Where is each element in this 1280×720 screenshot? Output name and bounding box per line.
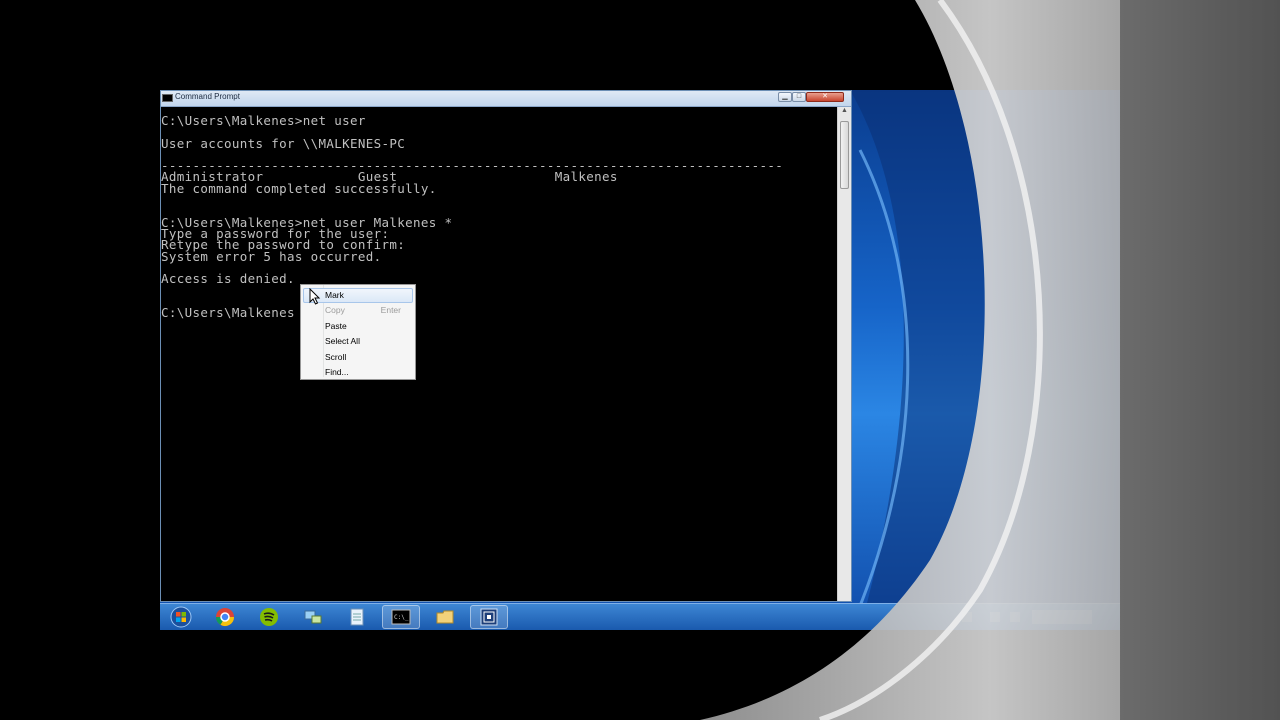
remote-desktop-icon [480, 608, 498, 626]
cmd-app-icon [162, 94, 173, 102]
menu-item-label: Paste [325, 321, 347, 331]
system-tray[interactable] [962, 608, 1102, 626]
menu-item-shortcut: Enter [380, 305, 401, 315]
console-output: C:\Users\Malkenes>net user User accounts … [161, 113, 783, 321]
console-line: User accounts for \\MALKENES-PC [161, 135, 406, 151]
scrollbar-thumb[interactable] [840, 121, 849, 189]
window-title: Command Prompt [175, 92, 240, 101]
notepad-icon [350, 608, 364, 626]
menu-item-label: Mark [325, 290, 344, 300]
menu-item-paste[interactable]: Paste [303, 319, 413, 334]
network-app-icon [304, 610, 322, 624]
taskbar-button-file-explorer[interactable] [426, 605, 464, 629]
start-orb-icon [170, 606, 192, 628]
taskbar-button-command-prompt[interactable]: C:\_ [382, 605, 420, 629]
mouse-cursor-icon [309, 288, 321, 305]
console-line: Access is denied. [161, 271, 295, 287]
minimize-button[interactable]: ▁ [778, 92, 792, 102]
menu-item-label: Select All [325, 336, 360, 346]
menu-item-find[interactable]: Find... [303, 365, 413, 380]
spotify-icon [260, 608, 278, 626]
console-line: C:\Users\Malkenes [161, 305, 295, 321]
menu-item-copy[interactable]: Copy Enter [303, 303, 413, 318]
console-area[interactable]: C:\Users\Malkenes>net user User accounts … [161, 107, 838, 601]
command-prompt-icon: C:\_ [391, 609, 411, 625]
taskbar-button-chrome[interactable] [206, 605, 244, 629]
taskbar-button-spotify[interactable] [250, 605, 288, 629]
maximize-button[interactable]: □ [792, 92, 806, 102]
menu-item-label: Scroll [325, 352, 347, 362]
window-titlebar[interactable]: Command Prompt ▁ □ ✕ [161, 91, 851, 107]
menu-item-scroll[interactable]: Scroll [303, 350, 413, 365]
file-explorer-icon [436, 610, 454, 624]
console-line: System error 5 has occurred. [161, 248, 382, 264]
taskbar-button-start-orb[interactable] [162, 605, 200, 629]
taskbar: C:\_ [160, 603, 1120, 630]
close-button[interactable]: ✕ [806, 92, 844, 102]
scroll-up-arrow-icon[interactable]: ▲ [838, 107, 851, 119]
console-line: The command completed successfully. [161, 180, 437, 196]
svg-text:C:\_: C:\_ [394, 614, 409, 621]
taskbar-button-notepad[interactable] [338, 605, 376, 629]
taskbar-button-network-app[interactable] [294, 605, 332, 629]
menu-item-label: Find... [325, 367, 349, 377]
console-line: C:\Users\Malkenes>net user [161, 113, 366, 128]
command-prompt-window[interactable]: Command Prompt ▁ □ ✕ C:\Users\Malkenes>n… [160, 90, 852, 602]
menu-item-label: Copy [325, 305, 345, 315]
vertical-scrollbar[interactable]: ▲ [837, 107, 851, 601]
taskbar-button-remote-desktop[interactable] [470, 605, 508, 629]
chrome-icon [216, 608, 234, 627]
menu-item-select-all[interactable]: Select All [303, 334, 413, 349]
